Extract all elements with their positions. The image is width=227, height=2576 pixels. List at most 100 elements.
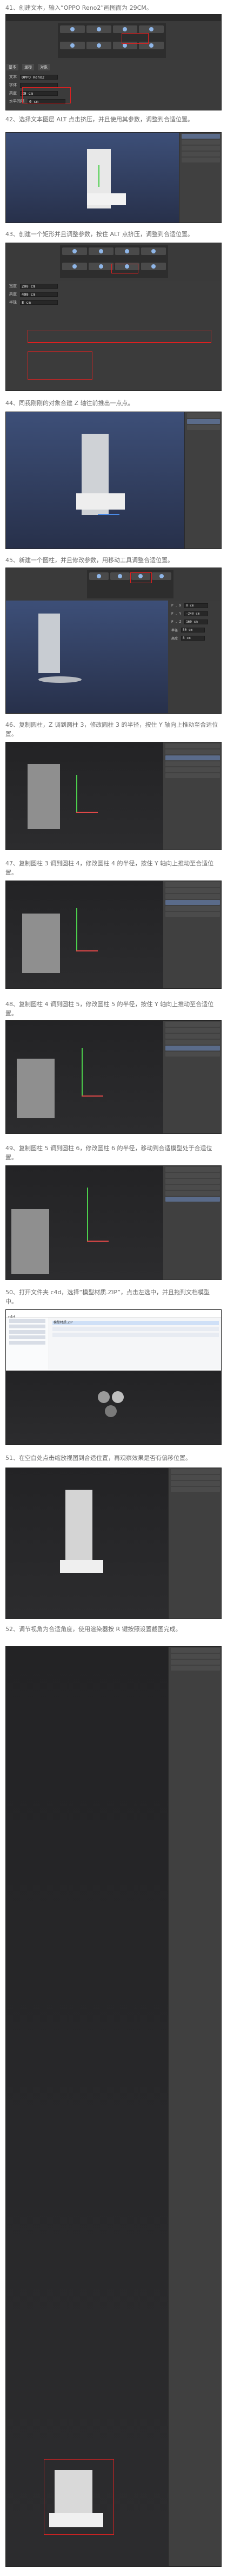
object-row[interactable] (182, 158, 220, 162)
viewport[interactable] (6, 601, 168, 713)
object-row[interactable] (165, 1191, 220, 1196)
tab-basic[interactable]: 基本 (6, 64, 18, 70)
viewport[interactable] (6, 1647, 168, 2566)
object-row[interactable] (165, 1040, 220, 1045)
file-explorer: c4d 模型材质.ZIP (6, 1310, 221, 1369)
object-row[interactable] (165, 773, 220, 778)
x-axis-handle[interactable] (82, 1095, 103, 1097)
pz-field[interactable]: 160 cm (184, 619, 209, 624)
tab-object[interactable]: 对象 (38, 64, 50, 70)
object-row[interactable] (165, 744, 220, 748)
palette-item[interactable] (86, 25, 111, 33)
object-row[interactable] (165, 1185, 220, 1190)
px-field[interactable]: 0 cm (184, 603, 209, 608)
palette-item[interactable] (110, 572, 130, 580)
object-row[interactable] (187, 413, 220, 418)
py-field[interactable]: -240 cm (184, 611, 209, 616)
object-row[interactable] (165, 1028, 220, 1033)
object-row[interactable] (165, 1022, 220, 1027)
object-row[interactable] (171, 1487, 220, 1492)
object-row[interactable] (165, 1034, 220, 1039)
palette-item[interactable] (141, 262, 166, 270)
object-row[interactable] (182, 146, 220, 151)
object-row[interactable] (187, 419, 220, 424)
file-item[interactable] (52, 1327, 219, 1331)
object-row[interactable] (171, 1481, 220, 1486)
object-row[interactable] (165, 894, 220, 899)
object-row[interactable] (165, 1173, 220, 1178)
step-47-caption: 47、复制圆柱 3 调到圆柱 4，修改圆柱 4 的半径，按住 Y 轴向上推动至合… (5, 860, 214, 876)
height-field[interactable]: 8 cm (181, 635, 205, 641)
object-row[interactable] (171, 1475, 220, 1480)
object-row[interactable] (171, 1660, 220, 1665)
radius-field[interactable]: 8 cm (20, 299, 58, 305)
object-row[interactable] (165, 912, 220, 917)
cone-icon (117, 574, 122, 578)
helix-icon (125, 249, 130, 253)
step-43-screenshot: 宽度 200 cm 高度 400 cm 半径 8 cm (5, 243, 222, 391)
object-row[interactable] (171, 1666, 220, 1671)
object-row[interactable] (165, 1167, 220, 1172)
height-row: 高度 400 cm (9, 291, 219, 297)
object-row[interactable] (171, 1469, 220, 1474)
object-row[interactable] (171, 1654, 220, 1659)
sidebar-item[interactable] (9, 1325, 45, 1328)
palette-item[interactable] (62, 262, 87, 270)
object-row[interactable] (165, 755, 220, 760)
y-axis-handle[interactable] (82, 1048, 83, 1097)
object-row[interactable] (182, 140, 220, 145)
object-row[interactable] (165, 906, 220, 911)
height-field[interactable]: 400 cm (20, 291, 58, 297)
object-row[interactable] (187, 425, 220, 430)
x-axis-handle[interactable] (76, 950, 98, 951)
palette-item[interactable] (115, 247, 140, 255)
y-axis-handle[interactable] (87, 1188, 88, 1242)
vectorizer-icon (151, 264, 156, 269)
x-axis-handle[interactable] (87, 1241, 109, 1242)
star-icon (149, 43, 154, 48)
palette-item[interactable] (88, 262, 114, 270)
palette-item[interactable] (112, 25, 138, 33)
palette-item[interactable] (141, 247, 166, 255)
palette-item[interactable] (86, 41, 111, 49)
model-geometry (11, 1209, 49, 1274)
palette-item[interactable] (88, 247, 114, 255)
sidebar-item[interactable] (9, 1341, 45, 1345)
object-row[interactable] (165, 761, 220, 766)
object-row[interactable] (165, 888, 220, 893)
sidebar-item[interactable] (9, 1335, 45, 1339)
cylinder-base (38, 676, 82, 683)
palette-item[interactable] (89, 572, 109, 580)
object-row[interactable] (165, 767, 220, 772)
y-axis-handle[interactable] (76, 908, 77, 951)
palette-item[interactable] (152, 572, 171, 580)
tab-coord[interactable]: 坐标 (22, 64, 35, 70)
step-44-screenshot (5, 412, 222, 549)
x-axis-handle[interactable] (76, 812, 98, 813)
y-axis-handle[interactable] (76, 775, 77, 813)
z-axis-handle[interactable] (98, 514, 119, 515)
step-43-caption: 43、创建一个矩形并且调整参数，按住 ALT 点挤压，调整到合适位置。 (5, 231, 193, 238)
sidebar-item[interactable] (9, 1319, 45, 1323)
y-axis-handle[interactable] (98, 165, 99, 187)
object-row[interactable] (165, 749, 220, 754)
object-row[interactable] (182, 134, 220, 139)
object-row[interactable] (165, 1179, 220, 1184)
file-item[interactable] (52, 1333, 219, 1337)
object-row[interactable] (165, 1197, 220, 1202)
sidebar-item[interactable] (9, 1330, 45, 1334)
palette-item[interactable] (62, 247, 87, 255)
palette-item[interactable] (60, 41, 85, 49)
text-field[interactable]: OPPO Reno2 (20, 74, 58, 80)
width-field[interactable]: 200 cm (20, 283, 58, 289)
palette-item[interactable] (60, 25, 85, 33)
file-item-selected[interactable]: 模型材质.ZIP (52, 1321, 219, 1325)
object-row[interactable] (165, 1052, 220, 1057)
palette-item[interactable] (139, 25, 164, 33)
object-row[interactable] (165, 900, 220, 905)
radius-field[interactable]: 50 cm (181, 627, 205, 632)
object-row[interactable] (165, 1046, 220, 1051)
object-row[interactable] (182, 152, 220, 156)
object-row[interactable] (171, 1648, 220, 1653)
object-row[interactable] (165, 882, 220, 887)
